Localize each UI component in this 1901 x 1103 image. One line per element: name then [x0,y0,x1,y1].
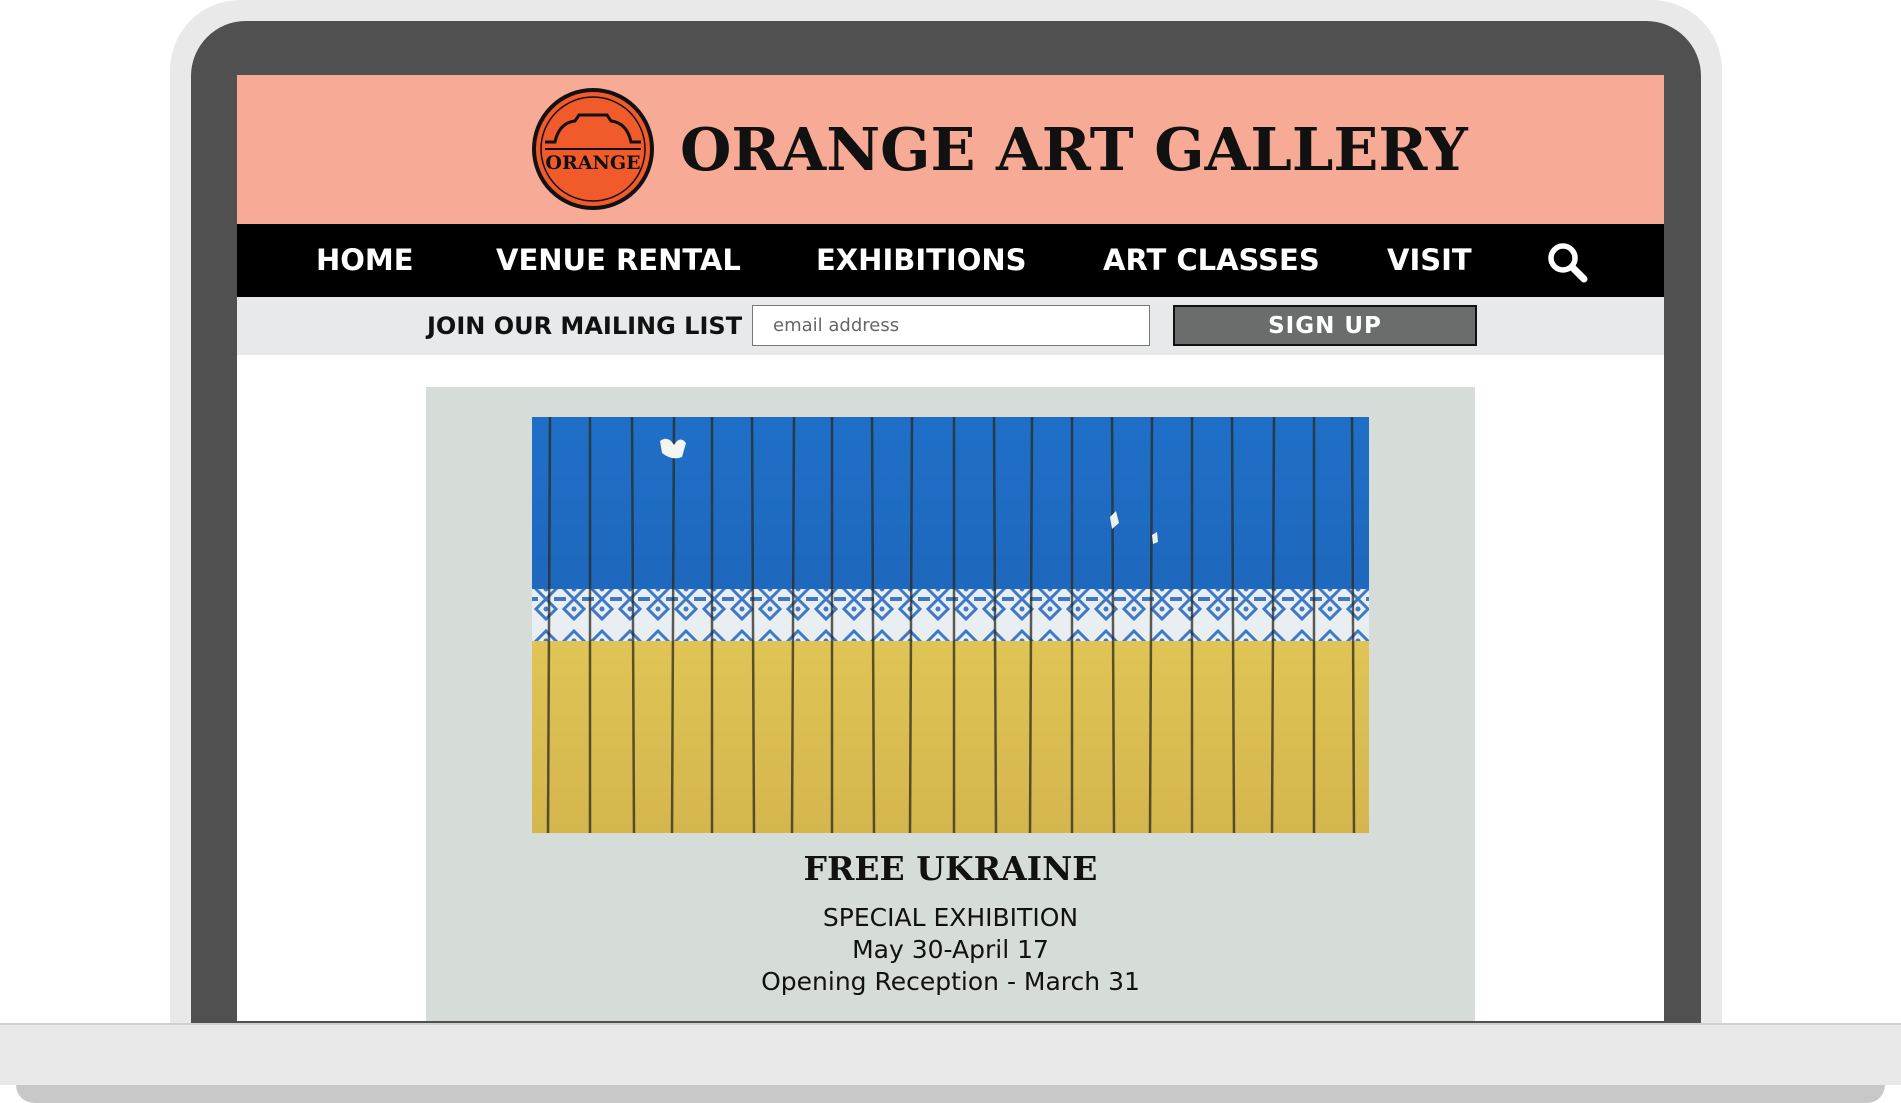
nav-item-art-classes[interactable]: ART CLASSES [1103,224,1320,297]
exhibition-dates: May 30-April 17 [852,935,1049,964]
sign-up-button[interactable]: SIGN UP [1173,305,1477,346]
exhibition-subtitle: SPECIAL EXHIBITION [822,903,1079,932]
main-nav: HOME VENUE RENTAL EXHIBITIONS ART CLASSE… [237,224,1664,297]
featured-exhibition: FREE UKRAINE SPECIAL EXHIBITION May 30-A… [426,387,1475,1021]
gallery-logo[interactable]: ORANGE [531,87,655,211]
mailing-list-label: JOIN OUR MAILING LIST [427,312,743,340]
nav-item-home[interactable]: HOME [316,224,414,297]
site-header: ORANGE ORANGE ART GALLERY [237,75,1664,224]
nav-item-visit[interactable]: VISIT [1387,224,1472,297]
site-title[interactable]: ORANGE ART GALLERY [680,105,1468,195]
logo-text: ORANGE [545,152,640,174]
opening-reception: Opening Reception - March 31 [761,967,1140,996]
exhibition-image[interactable] [532,417,1369,833]
nav-item-venue-rental[interactable]: VENUE RENTAL [496,224,741,297]
exhibition-title: FREE UKRAINE [803,849,1098,888]
website-screen: ORANGE ORANGE ART GALLERY HOME VENUE REN… [237,75,1664,1021]
mailing-list-bar: JOIN OUR MAILING LIST SIGN UP [237,297,1664,355]
nav-item-exhibitions[interactable]: EXHIBITIONS [816,224,1027,297]
email-field[interactable] [752,305,1150,346]
search-icon[interactable] [1545,240,1589,284]
laptop-base [0,1023,1901,1085]
laptop-base-shadow [16,1085,1885,1103]
